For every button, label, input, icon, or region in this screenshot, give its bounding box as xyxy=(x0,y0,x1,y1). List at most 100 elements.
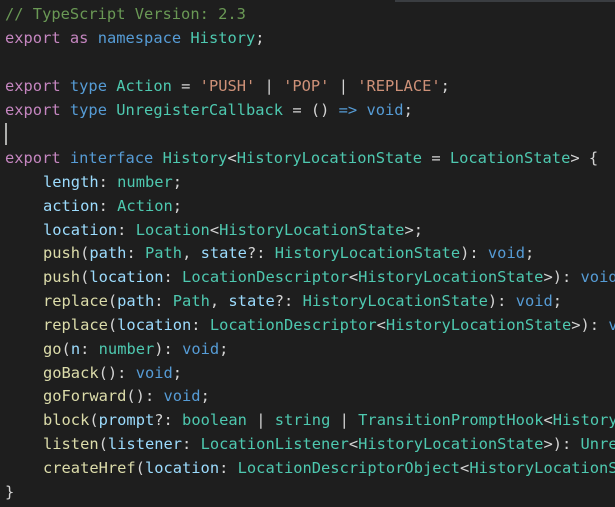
type-name-token: HistoryLocationState xyxy=(385,316,572,334)
punctuation-token: : xyxy=(182,435,201,453)
keyword-token: void xyxy=(487,244,525,262)
punctuation-token: : xyxy=(98,197,118,215)
punctuation-token: < xyxy=(460,459,470,477)
code-line-20[interactable]: createHref(location: LocationDescriptorO… xyxy=(5,456,615,480)
punctuation-token: ( xyxy=(135,459,145,477)
punctuation-token: ; xyxy=(219,340,229,358)
string-literal-token: 'REPLACE' xyxy=(357,77,441,95)
code-line-21[interactable]: } xyxy=(5,480,14,504)
punctuation-token xyxy=(181,29,190,47)
type-name-token: HistoryLocationState xyxy=(469,459,615,477)
punctuation-token xyxy=(61,77,70,95)
type-name-token: number xyxy=(117,173,173,191)
punctuation-token: ?: xyxy=(154,411,183,429)
punctuation-token: ; xyxy=(172,173,183,191)
punctuation-token: < xyxy=(543,411,553,429)
code-line-14[interactable]: replace(location: LocationDescriptor<His… xyxy=(5,313,615,337)
punctuation-token xyxy=(88,29,97,47)
keyword-token: void xyxy=(163,387,201,405)
code-line-4[interactable]: export type Action = 'PUSH' | 'POP' | 'R… xyxy=(5,74,450,98)
punctuation-token: < xyxy=(348,268,359,286)
string-literal-token: 'POP' xyxy=(283,77,330,95)
identifier-token: path xyxy=(117,292,155,310)
code-line-11[interactable]: push(path: Path, state?: HistoryLocation… xyxy=(5,241,534,265)
identifier-token: prompt xyxy=(98,411,155,429)
text-cursor xyxy=(5,123,7,145)
punctuation-token: >): xyxy=(543,435,581,453)
punctuation-token: | xyxy=(330,411,359,429)
punctuation-token: : xyxy=(163,268,183,286)
code-line-19[interactable]: listen(listener: LocationListener<Histor… xyxy=(5,432,615,456)
punctuation-token: ( xyxy=(107,316,118,334)
identifier-token: action xyxy=(43,197,99,215)
type-name-token: UnregisterCallback xyxy=(580,435,615,453)
identifier-token: location xyxy=(43,221,118,239)
code-editor[interactable]: // TypeScript Version: 2.3 export as nam… xyxy=(0,0,615,507)
punctuation-token xyxy=(61,149,70,167)
code-line-12[interactable]: push(location: LocationDescriptor<Histor… xyxy=(5,265,615,289)
keyword-token: void xyxy=(135,364,173,382)
punctuation-token: , xyxy=(182,244,201,262)
identifier-token: state xyxy=(200,244,247,262)
code-line-15[interactable]: go(n: number): void; xyxy=(5,337,228,361)
function-name-token: createHref xyxy=(43,459,136,477)
type-name-token: Location xyxy=(135,221,210,239)
keyword-token: type xyxy=(69,101,107,119)
type-name-token: Path xyxy=(172,292,210,310)
punctuation-token: : xyxy=(80,340,99,358)
code-line-8[interactable]: length: number; xyxy=(5,170,182,194)
identifier-token: state xyxy=(228,292,275,310)
keyword-token: => xyxy=(338,101,358,119)
punctuation-token xyxy=(107,77,116,95)
code-line-9[interactable]: action: Action; xyxy=(5,194,182,218)
keyword-token: namespace xyxy=(97,29,182,47)
function-name-token: block xyxy=(43,411,90,429)
punctuation-token: ; xyxy=(200,387,210,405)
punctuation-token: } xyxy=(5,483,15,501)
type-name-token: LocationDescriptor xyxy=(182,268,349,286)
code-line-7[interactable]: export interface History<HistoryLocation… xyxy=(5,146,598,170)
type-name-token: Action xyxy=(116,77,172,95)
type-name-token: Action xyxy=(117,197,173,215)
type-name-token: History xyxy=(190,29,256,47)
punctuation-token: > { xyxy=(570,149,599,167)
punctuation-token: < xyxy=(376,316,386,334)
keyword-token: export xyxy=(5,77,61,95)
punctuation-token: ; xyxy=(172,364,183,382)
code-line-13[interactable]: replace(path: Path, state?: HistoryLocat… xyxy=(5,289,562,313)
function-name-token: goForward xyxy=(43,387,127,405)
type-name-token: UnregisterCallback xyxy=(116,101,284,119)
type-name-token: History xyxy=(162,149,228,167)
code-line-18[interactable]: block(prompt?: boolean | string | Transi… xyxy=(5,408,615,432)
keyword-token: interface xyxy=(69,149,154,167)
punctuation-token: , xyxy=(209,292,229,310)
code-line-16[interactable]: goBack(): void; xyxy=(5,361,182,385)
type-name-token: string xyxy=(274,411,331,429)
punctuation-token: ; xyxy=(403,101,413,119)
punctuation-token xyxy=(61,29,70,47)
function-name-token: goBack xyxy=(43,364,99,382)
punctuation-token: : xyxy=(98,173,118,191)
code-line-2[interactable]: export as namespace History; xyxy=(5,26,265,50)
punctuation-token: >): xyxy=(543,268,581,286)
keyword-token: type xyxy=(69,77,107,95)
string-literal-token: 'PUSH' xyxy=(199,77,256,95)
type-name-token: Path xyxy=(144,244,183,262)
punctuation-token: ): xyxy=(487,292,516,310)
identifier-token: location xyxy=(89,268,164,286)
code-line-10[interactable]: location: Location<HistoryLocationState>… xyxy=(5,218,423,242)
identifier-token: n xyxy=(70,340,81,358)
keyword-token: void xyxy=(182,340,220,358)
identifier-token: location xyxy=(117,316,192,334)
code-line-1[interactable]: // TypeScript Version: 2.3 xyxy=(5,2,246,26)
function-name-token: go xyxy=(43,340,62,358)
punctuation-token: ): xyxy=(460,244,488,262)
keyword-token: export xyxy=(5,29,61,47)
punctuation-token: < xyxy=(209,221,220,239)
keyword-token: export xyxy=(5,149,61,167)
punctuation-token: | xyxy=(246,411,275,429)
punctuation-token xyxy=(61,101,70,119)
horizontal-scrollbar[interactable] xyxy=(395,0,615,2)
code-line-5[interactable]: export type UnregisterCallback = () => v… xyxy=(5,98,413,122)
code-line-17[interactable]: goForward(): void; xyxy=(5,384,210,408)
